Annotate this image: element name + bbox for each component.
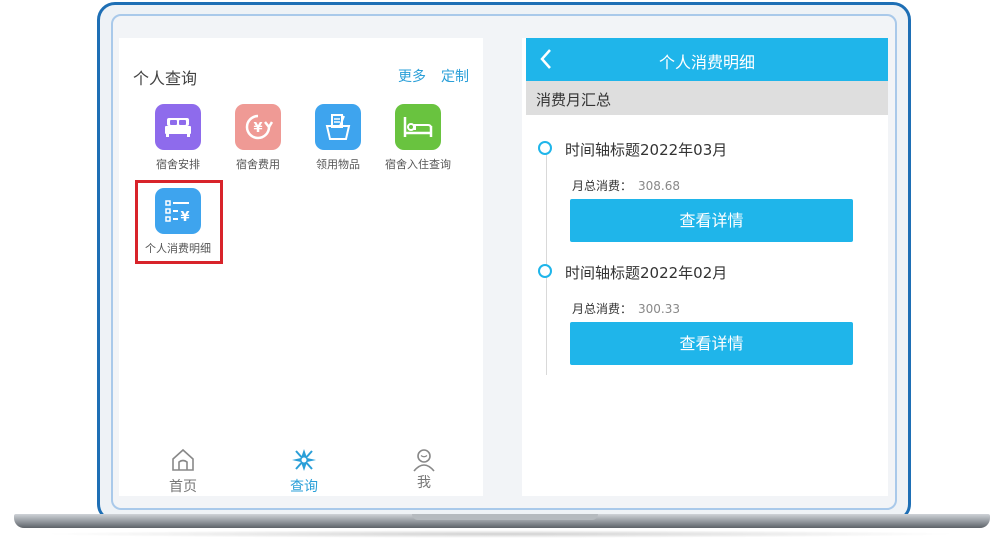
tab-label: 首页 [169,479,197,495]
app-dorm-arrangement[interactable]: 宿舍安排 [138,104,218,172]
customize-link[interactable]: 定制 [441,66,469,86]
home-icon [172,448,194,471]
personal-query-screen: 个人查询 更多 定制 宿舍安排 ¥ 宿舍费用 领用物品 宿舍入住查询 ¥ 个人消… [119,38,483,496]
page-title: 个人消费明细 [658,53,755,72]
basket-icon [315,104,361,150]
section-title: 个人查询 [133,69,198,88]
month-total-label: 月总消费： [572,302,633,316]
summary-label: 消费月汇总 [536,91,612,109]
timeline-title: 时间轴标题2022年03月 [565,141,728,159]
timeline-dot [538,141,552,155]
tab-home[interactable]: 首页 [148,448,218,496]
view-details-button[interactable]: 查看详情 [570,199,853,242]
svg-text:¥: ¥ [253,121,262,136]
app-label: 领用物品 [316,158,360,171]
user-icon [413,449,435,472]
app-collected-items[interactable]: 领用物品 [298,104,378,172]
timeline-dot [538,264,552,278]
highlight-box [135,180,223,264]
monthly-summary-header: 消费月汇总 [526,81,888,115]
app-dorm-fees[interactable]: ¥ 宿舍费用 [218,104,298,172]
compass-icon [292,449,316,471]
tab-query[interactable]: 查询 [269,448,339,496]
nav-bar: 个人消费明细 [526,38,888,81]
month-total-label: 月总消费： [572,179,633,193]
app-label: 宿舍费用 [236,158,280,171]
view-details-button[interactable]: 查看详情 [570,322,853,365]
laptop-shadow [40,530,960,538]
laptop-notch [412,514,598,520]
more-link[interactable]: 更多 [398,66,426,86]
tab-label: 我 [417,475,431,491]
bottom-tab-bar: 首页 查询 我 [119,442,483,496]
month-total-value: 300.33 [638,302,681,316]
bed-checkin-icon [395,104,441,150]
month-total-value: 308.68 [638,179,681,193]
app-label: 宿舍安排 [156,158,200,171]
app-label: 宿舍入住查询 [385,158,451,171]
expense-details-screen: 个人消费明细 消费月汇总 时间轴标题2022年03月 月总消费： 308.68 查… [522,38,888,496]
timeline-title: 时间轴标题2022年02月 [565,264,728,282]
tab-me[interactable]: 我 [389,448,459,492]
yuan-refresh-icon: ¥ [235,104,281,150]
month-total: 月总消费： 308.68 [572,177,680,194]
tab-label: 查询 [290,479,318,495]
app-dorm-checkin-query[interactable]: 宿舍入住查询 [378,104,458,172]
bed-icon [155,104,201,150]
month-total: 月总消费： 300.33 [572,300,680,317]
